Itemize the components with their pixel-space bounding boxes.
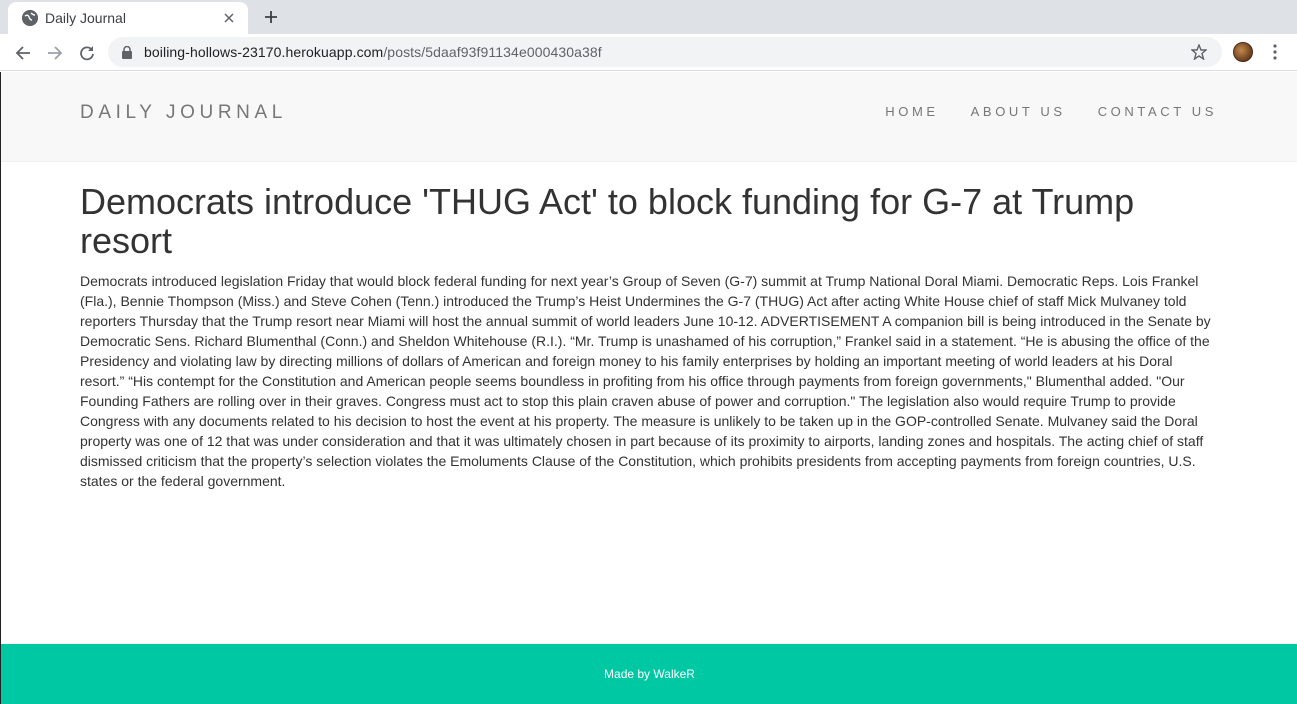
back-arrow-icon[interactable] — [10, 40, 36, 66]
nav-about-us[interactable]: ABOUT US — [971, 104, 1066, 119]
globe-icon — [22, 10, 38, 26]
tab-title: Daily Journal — [45, 10, 126, 26]
star-icon[interactable] — [1190, 43, 1208, 61]
post-body: Democrats introduced legislation Friday … — [80, 273, 1211, 489]
url-host: boiling-hollows-23170.herokuapp.com — [144, 44, 384, 60]
reload-icon[interactable] — [74, 40, 100, 66]
browser-tab-bar: Daily Journal — [0, 0, 1297, 34]
plus-icon[interactable] — [260, 6, 282, 28]
kebab-menu-icon[interactable] — [1266, 42, 1284, 62]
avatar[interactable] — [1233, 42, 1253, 62]
post-title: Democrats introduce 'THUG Act' to block … — [80, 181, 1135, 261]
close-icon[interactable] — [220, 9, 238, 27]
site-nav: HOME ABOUT US CONTACT US — [885, 104, 1217, 119]
url-path: /posts/5daaf93f91134e000430a38f — [383, 44, 602, 60]
url-text: boiling-hollows-23170.herokuapp.com/post… — [144, 44, 602, 60]
nav-home[interactable]: HOME — [885, 104, 938, 119]
site-footer: Made by WalkeR — [1, 644, 1297, 704]
nav-contact-us[interactable]: CONTACT US — [1098, 104, 1217, 119]
browser-toolbar: boiling-hollows-23170.herokuapp.com/post… — [0, 34, 1297, 71]
site-brand[interactable]: DAILY JOURNAL — [80, 102, 287, 124]
footer-text: Made by WalkeR — [604, 667, 695, 681]
address-bar[interactable]: boiling-hollows-23170.herokuapp.com/post… — [108, 37, 1222, 67]
site-header: DAILY JOURNAL HOME ABOUT US CONTACT US — [1, 72, 1297, 162]
page-viewport: DAILY JOURNAL HOME ABOUT US CONTACT US D… — [0, 72, 1297, 704]
forward-arrow-icon[interactable] — [42, 40, 68, 66]
browser-tab[interactable]: Daily Journal — [8, 2, 248, 34]
lock-icon — [122, 45, 134, 59]
